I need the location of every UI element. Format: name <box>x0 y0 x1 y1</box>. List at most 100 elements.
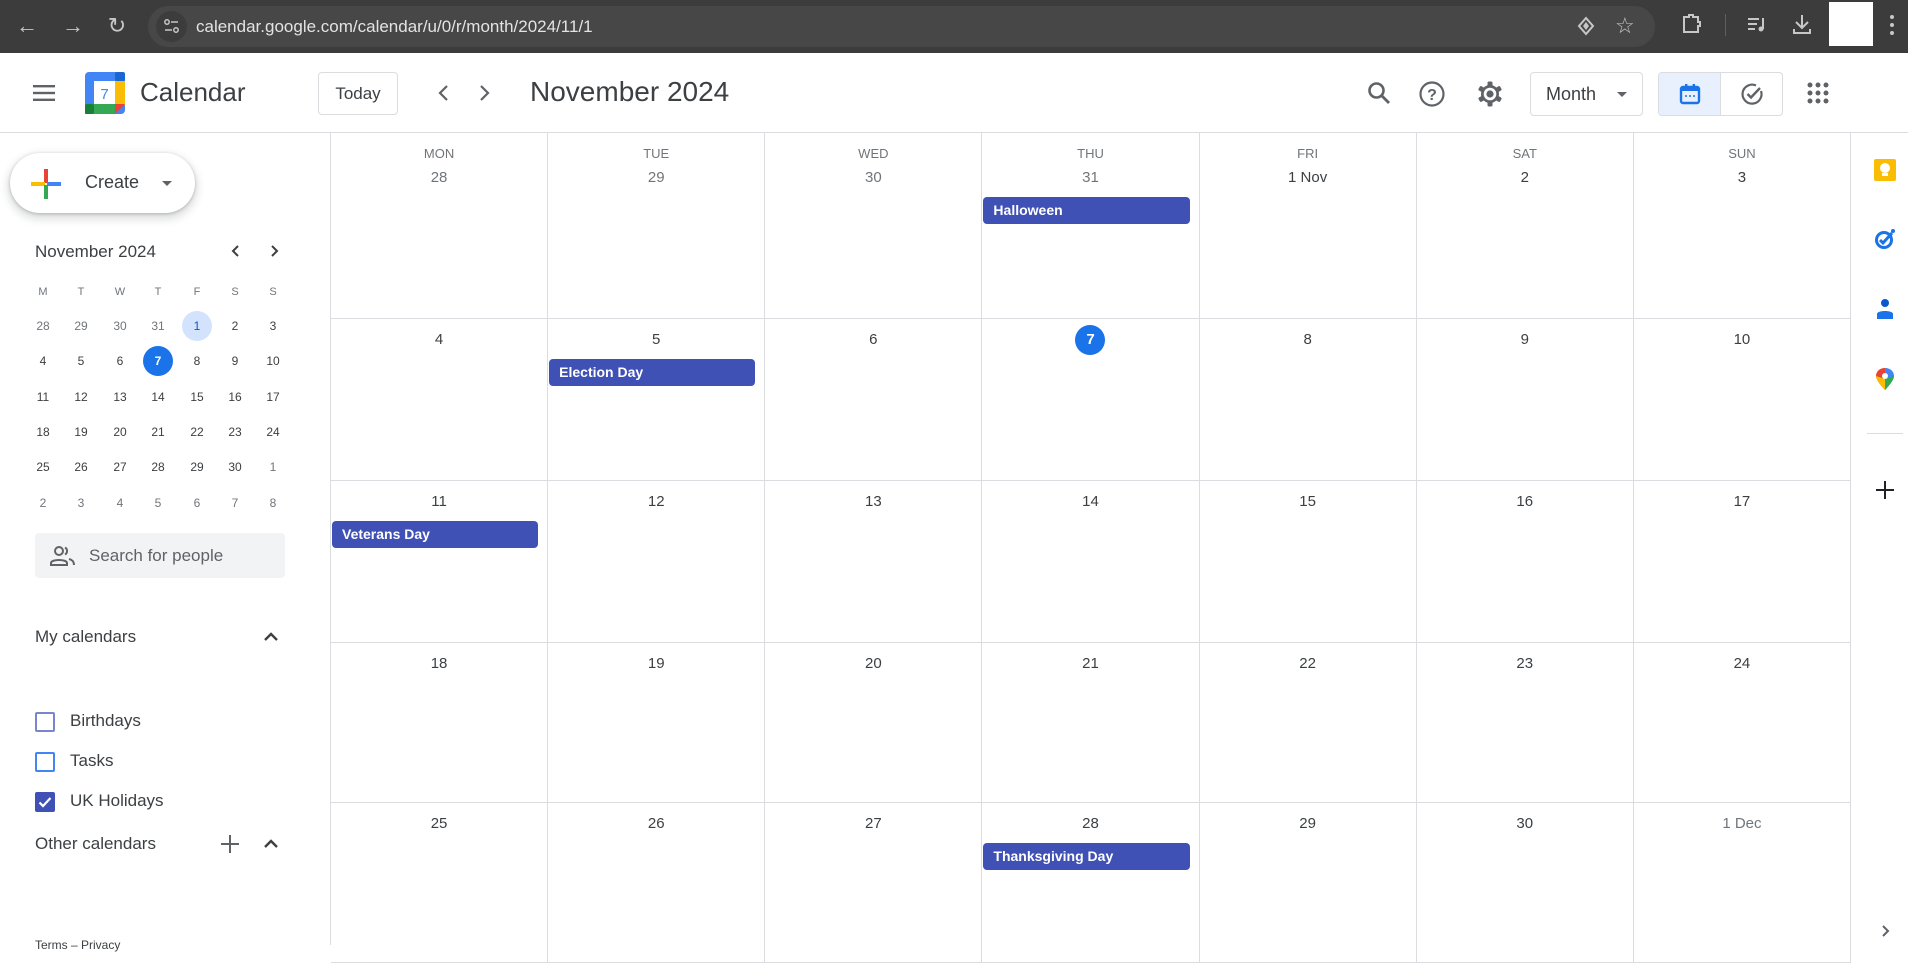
day-number[interactable]: 5 <box>548 331 764 348</box>
mini-day[interactable]: 15 <box>182 382 212 412</box>
mini-day[interactable]: 30 <box>105 311 135 341</box>
profile-avatar[interactable] <box>1829 2 1873 46</box>
day-cell[interactable]: 9 <box>1416 319 1634 481</box>
event-chip[interactable]: Halloween <box>983 197 1190 224</box>
day-cell[interactable]: 4 <box>331 319 549 481</box>
day-cell[interactable]: 28 Thanksgiving Day <box>982 803 1200 963</box>
day-cell[interactable]: TUE 29 <box>548 133 766 319</box>
mini-prev-month-button[interactable] <box>224 239 248 263</box>
day-number[interactable]: 20 <box>765 655 981 672</box>
mini-day[interactable]: 4 <box>105 488 135 518</box>
day-cell[interactable]: 27 <box>765 803 983 963</box>
day-number[interactable]: 12 <box>548 493 764 510</box>
day-cell[interactable]: 1 Dec <box>1633 803 1851 963</box>
day-number[interactable]: 25 <box>331 815 547 832</box>
day-number[interactable]: 1 Dec <box>1634 815 1850 832</box>
day-cell[interactable]: 8 <box>1199 319 1417 481</box>
day-number[interactable]: 27 <box>765 815 981 832</box>
day-number[interactable]: 22 <box>1200 655 1416 672</box>
day-cell[interactable]: MON 28 <box>331 133 549 319</box>
today-indicator[interactable]: 7 <box>1075 325 1106 355</box>
get-addons-button[interactable] <box>1873 478 1897 502</box>
day-number[interactable]: 15 <box>1200 493 1416 510</box>
day-number[interactable]: 28 <box>331 169 547 186</box>
day-number[interactable]: 29 <box>548 169 764 186</box>
mini-day[interactable]: 13 <box>105 382 135 412</box>
site-info-icon[interactable] <box>156 11 187 42</box>
day-number[interactable]: 1 Nov <box>1200 169 1416 186</box>
checkbox[interactable] <box>35 712 55 732</box>
day-number[interactable]: 19 <box>548 655 764 672</box>
main-menu-icon[interactable] <box>32 81 56 105</box>
keep-icon[interactable] <box>1873 158 1897 182</box>
menu-kebab-icon[interactable] <box>1888 12 1896 38</box>
view-selector[interactable]: Month <box>1530 72 1643 116</box>
day-number[interactable]: 23 <box>1417 655 1633 672</box>
maps-icon[interactable] <box>1873 367 1897 391</box>
day-cell[interactable]: 29 <box>1199 803 1417 963</box>
day-number[interactable]: 18 <box>331 655 547 672</box>
day-cell[interactable]: 7 <box>982 319 1200 481</box>
mini-day[interactable]: 27 <box>105 452 135 482</box>
day-number[interactable]: 11 <box>331 493 547 510</box>
day-cell[interactable]: FRI 1 Nov <box>1199 133 1417 319</box>
mini-day[interactable]: 16 <box>220 382 250 412</box>
day-cell[interactable]: 6 <box>765 319 983 481</box>
bookmark-star-icon[interactable]: ☆ <box>1615 13 1635 39</box>
mini-day[interactable]: 21 <box>143 417 173 447</box>
mini-day[interactable]: 9 <box>220 346 250 376</box>
day-cell[interactable]: 25 <box>331 803 549 963</box>
address-bar[interactable]: calendar.google.com/calendar/u/0/r/month… <box>148 6 1655 47</box>
media-controls-icon[interactable] <box>1745 12 1769 36</box>
mini-next-month-button[interactable] <box>262 239 286 263</box>
day-cell[interactable]: 21 <box>982 643 1200 803</box>
mini-day[interactable]: 23 <box>220 417 250 447</box>
reading-mode-icon[interactable] <box>1576 16 1596 36</box>
day-number[interactable]: 29 <box>1200 815 1416 832</box>
mini-day[interactable]: 24 <box>258 417 288 447</box>
mini-day[interactable]: 3 <box>66 488 96 518</box>
footer-links[interactable]: Terms – Privacy <box>35 938 120 952</box>
calendar-view-button[interactable] <box>1659 73 1721 115</box>
mini-day[interactable]: 22 <box>182 417 212 447</box>
day-cell[interactable]: 30 <box>1416 803 1634 963</box>
day-number[interactable]: 4 <box>331 331 547 348</box>
day-cell[interactable]: 10 <box>1633 319 1851 481</box>
search-button[interactable] <box>1366 80 1392 106</box>
mini-day[interactable]: 6 <box>182 488 212 518</box>
day-cell[interactable]: SUN 3 <box>1633 133 1851 319</box>
mini-day[interactable]: 17 <box>258 382 288 412</box>
mini-day[interactable]: 11 <box>28 382 58 412</box>
mini-day[interactable]: 31 <box>143 311 173 341</box>
day-cell[interactable]: 19 <box>548 643 766 803</box>
day-cell[interactable]: 5 Election Day <box>548 319 766 481</box>
mini-day[interactable]: 3 <box>258 311 288 341</box>
mini-day[interactable]: 20 <box>105 417 135 447</box>
day-number[interactable]: 17 <box>1634 493 1850 510</box>
day-number[interactable]: 13 <box>765 493 981 510</box>
next-period-button[interactable] <box>472 81 496 105</box>
mini-day[interactable]: 14 <box>143 382 173 412</box>
mini-day[interactable]: 10 <box>258 346 288 376</box>
day-number[interactable]: 30 <box>765 169 981 186</box>
event-chip[interactable]: Election Day <box>549 359 756 386</box>
mini-day[interactable]: 5 <box>143 488 173 518</box>
mini-day[interactable]: 1 <box>182 311 212 341</box>
mini-day[interactable]: 18 <box>28 417 58 447</box>
other-calendars-title[interactable]: Other calendars <box>35 834 156 854</box>
mini-day[interactable]: 19 <box>66 417 96 447</box>
mini-day-today[interactable]: 7 <box>143 346 173 377</box>
day-cell[interactable]: 26 <box>548 803 766 963</box>
day-cell[interactable]: 24 <box>1633 643 1851 803</box>
day-number[interactable]: 30 <box>1417 815 1633 832</box>
url-text[interactable]: calendar.google.com/calendar/u/0/r/month… <box>196 17 593 37</box>
mini-day[interactable]: 2 <box>28 488 58 518</box>
mini-day[interactable]: 8 <box>258 488 288 518</box>
day-number[interactable]: 24 <box>1634 655 1850 672</box>
mini-day[interactable]: 2 <box>220 311 250 341</box>
day-cell[interactable]: 14 <box>982 481 1200 643</box>
checkbox[interactable] <box>35 752 55 772</box>
prev-period-button[interactable] <box>432 81 456 105</box>
checkbox-checked[interactable] <box>35 792 55 812</box>
event-chip[interactable]: Thanksgiving Day <box>983 843 1190 870</box>
